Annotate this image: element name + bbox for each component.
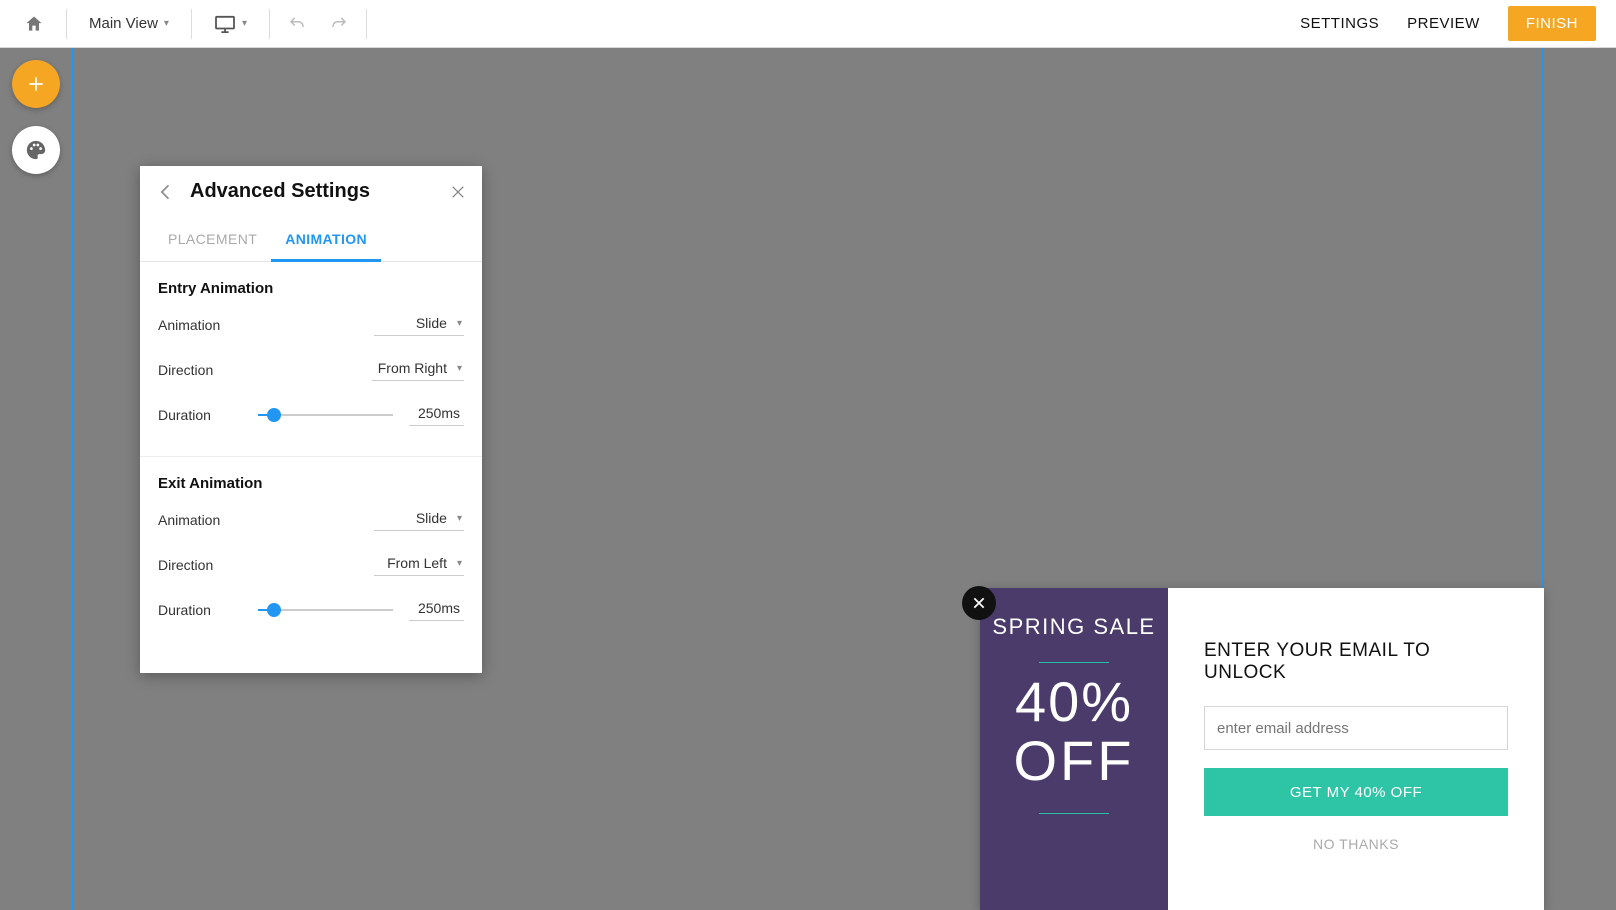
select-value: Slide bbox=[416, 315, 447, 331]
separator bbox=[66, 9, 67, 39]
duration-label: Duration bbox=[158, 407, 250, 423]
entry-animation-section: Entry Animation Animation Slide ▾ Direct… bbox=[140, 262, 482, 457]
panel-close-button[interactable] bbox=[450, 184, 466, 200]
direction-label: Direction bbox=[158, 362, 250, 378]
editor-canvas[interactable]: Advanced Settings PLACEMENT ANIMATION En… bbox=[0, 48, 1616, 910]
undo-icon bbox=[286, 15, 308, 33]
entry-duration-slider[interactable] bbox=[258, 414, 393, 416]
finish-button[interactable]: FINISH bbox=[1508, 6, 1596, 41]
chevron-down-icon: ▾ bbox=[242, 18, 247, 29]
home-icon bbox=[24, 14, 44, 34]
sale-title: SPRING SALE bbox=[992, 614, 1155, 640]
sale-off: OFF bbox=[1014, 732, 1135, 791]
popup-left-panel: SPRING SALE 40% OFF bbox=[980, 588, 1168, 910]
theme-button[interactable] bbox=[12, 126, 60, 174]
tab-animation[interactable]: ANIMATION bbox=[271, 219, 381, 262]
view-label: Main View bbox=[89, 15, 158, 32]
advanced-settings-panel: Advanced Settings PLACEMENT ANIMATION En… bbox=[140, 166, 482, 673]
home-button[interactable] bbox=[8, 0, 60, 48]
top-toolbar: Main View ▾ ▾ SETTINGS PREVIEW FINISH bbox=[0, 0, 1616, 48]
plus-icon bbox=[26, 74, 46, 94]
cta-button[interactable]: GET MY 40% OFF bbox=[1204, 768, 1508, 816]
section-title: Entry Animation bbox=[158, 280, 464, 297]
exit-animation-select[interactable]: Slide ▾ bbox=[374, 508, 464, 531]
select-value: From Right bbox=[378, 360, 447, 376]
popup-close-button[interactable] bbox=[962, 586, 996, 620]
desktop-icon bbox=[214, 15, 236, 33]
tab-placement[interactable]: PLACEMENT bbox=[154, 219, 271, 261]
chevron-down-icon: ▾ bbox=[457, 363, 462, 374]
no-thanks-link[interactable]: NO THANKS bbox=[1204, 836, 1508, 852]
exit-duration-value[interactable]: 250ms bbox=[409, 598, 464, 621]
close-icon bbox=[450, 184, 466, 200]
preview-link[interactable]: PREVIEW bbox=[1407, 15, 1480, 32]
arrow-left-icon bbox=[156, 182, 176, 202]
popup-preview[interactable]: SPRING SALE 40% OFF ENTER YOUR EMAIL TO … bbox=[980, 588, 1544, 910]
divider bbox=[1039, 813, 1109, 814]
redo-icon bbox=[328, 15, 350, 33]
select-value: From Left bbox=[387, 555, 447, 571]
side-toolbar bbox=[12, 60, 60, 174]
direction-label: Direction bbox=[158, 557, 250, 573]
settings-link[interactable]: SETTINGS bbox=[1300, 15, 1379, 32]
duration-label: Duration bbox=[158, 602, 250, 618]
slider-knob[interactable] bbox=[267, 603, 281, 617]
sale-percentage: 40% bbox=[1015, 673, 1133, 732]
close-icon bbox=[972, 596, 986, 610]
divider bbox=[1039, 662, 1109, 663]
slider-knob[interactable] bbox=[267, 408, 281, 422]
email-field[interactable] bbox=[1204, 706, 1508, 750]
back-button[interactable] bbox=[156, 182, 176, 202]
device-dropdown[interactable]: ▾ bbox=[198, 0, 263, 48]
chevron-down-icon: ▾ bbox=[457, 513, 462, 524]
section-title: Exit Animation bbox=[158, 475, 464, 492]
chevron-down-icon: ▾ bbox=[457, 558, 462, 569]
select-value: Slide bbox=[416, 510, 447, 526]
entry-duration-value[interactable]: 250ms bbox=[409, 403, 464, 426]
separator bbox=[366, 9, 367, 39]
animation-label: Animation bbox=[158, 512, 250, 528]
separator bbox=[269, 9, 270, 39]
view-dropdown[interactable]: Main View ▾ bbox=[73, 0, 185, 48]
popup-right-panel: ENTER YOUR EMAIL TO UNLOCK GET MY 40% OF… bbox=[1168, 588, 1544, 910]
animation-label: Animation bbox=[158, 317, 250, 333]
undo-button[interactable] bbox=[276, 0, 318, 48]
palette-icon bbox=[25, 139, 47, 161]
redo-button[interactable] bbox=[318, 0, 360, 48]
entry-direction-select[interactable]: From Right ▾ bbox=[372, 358, 464, 381]
popup-heading: ENTER YOUR EMAIL TO UNLOCK bbox=[1204, 640, 1508, 684]
guide-line-left bbox=[72, 48, 74, 910]
separator bbox=[191, 9, 192, 39]
chevron-down-icon: ▾ bbox=[164, 18, 169, 29]
panel-title: Advanced Settings bbox=[190, 180, 450, 203]
exit-animation-section: Exit Animation Animation Slide ▾ Directi… bbox=[140, 457, 482, 673]
chevron-down-icon: ▾ bbox=[457, 318, 462, 329]
exit-direction-select[interactable]: From Left ▾ bbox=[374, 553, 464, 576]
add-element-button[interactable] bbox=[12, 60, 60, 108]
entry-animation-select[interactable]: Slide ▾ bbox=[374, 313, 464, 336]
exit-duration-slider[interactable] bbox=[258, 609, 393, 611]
